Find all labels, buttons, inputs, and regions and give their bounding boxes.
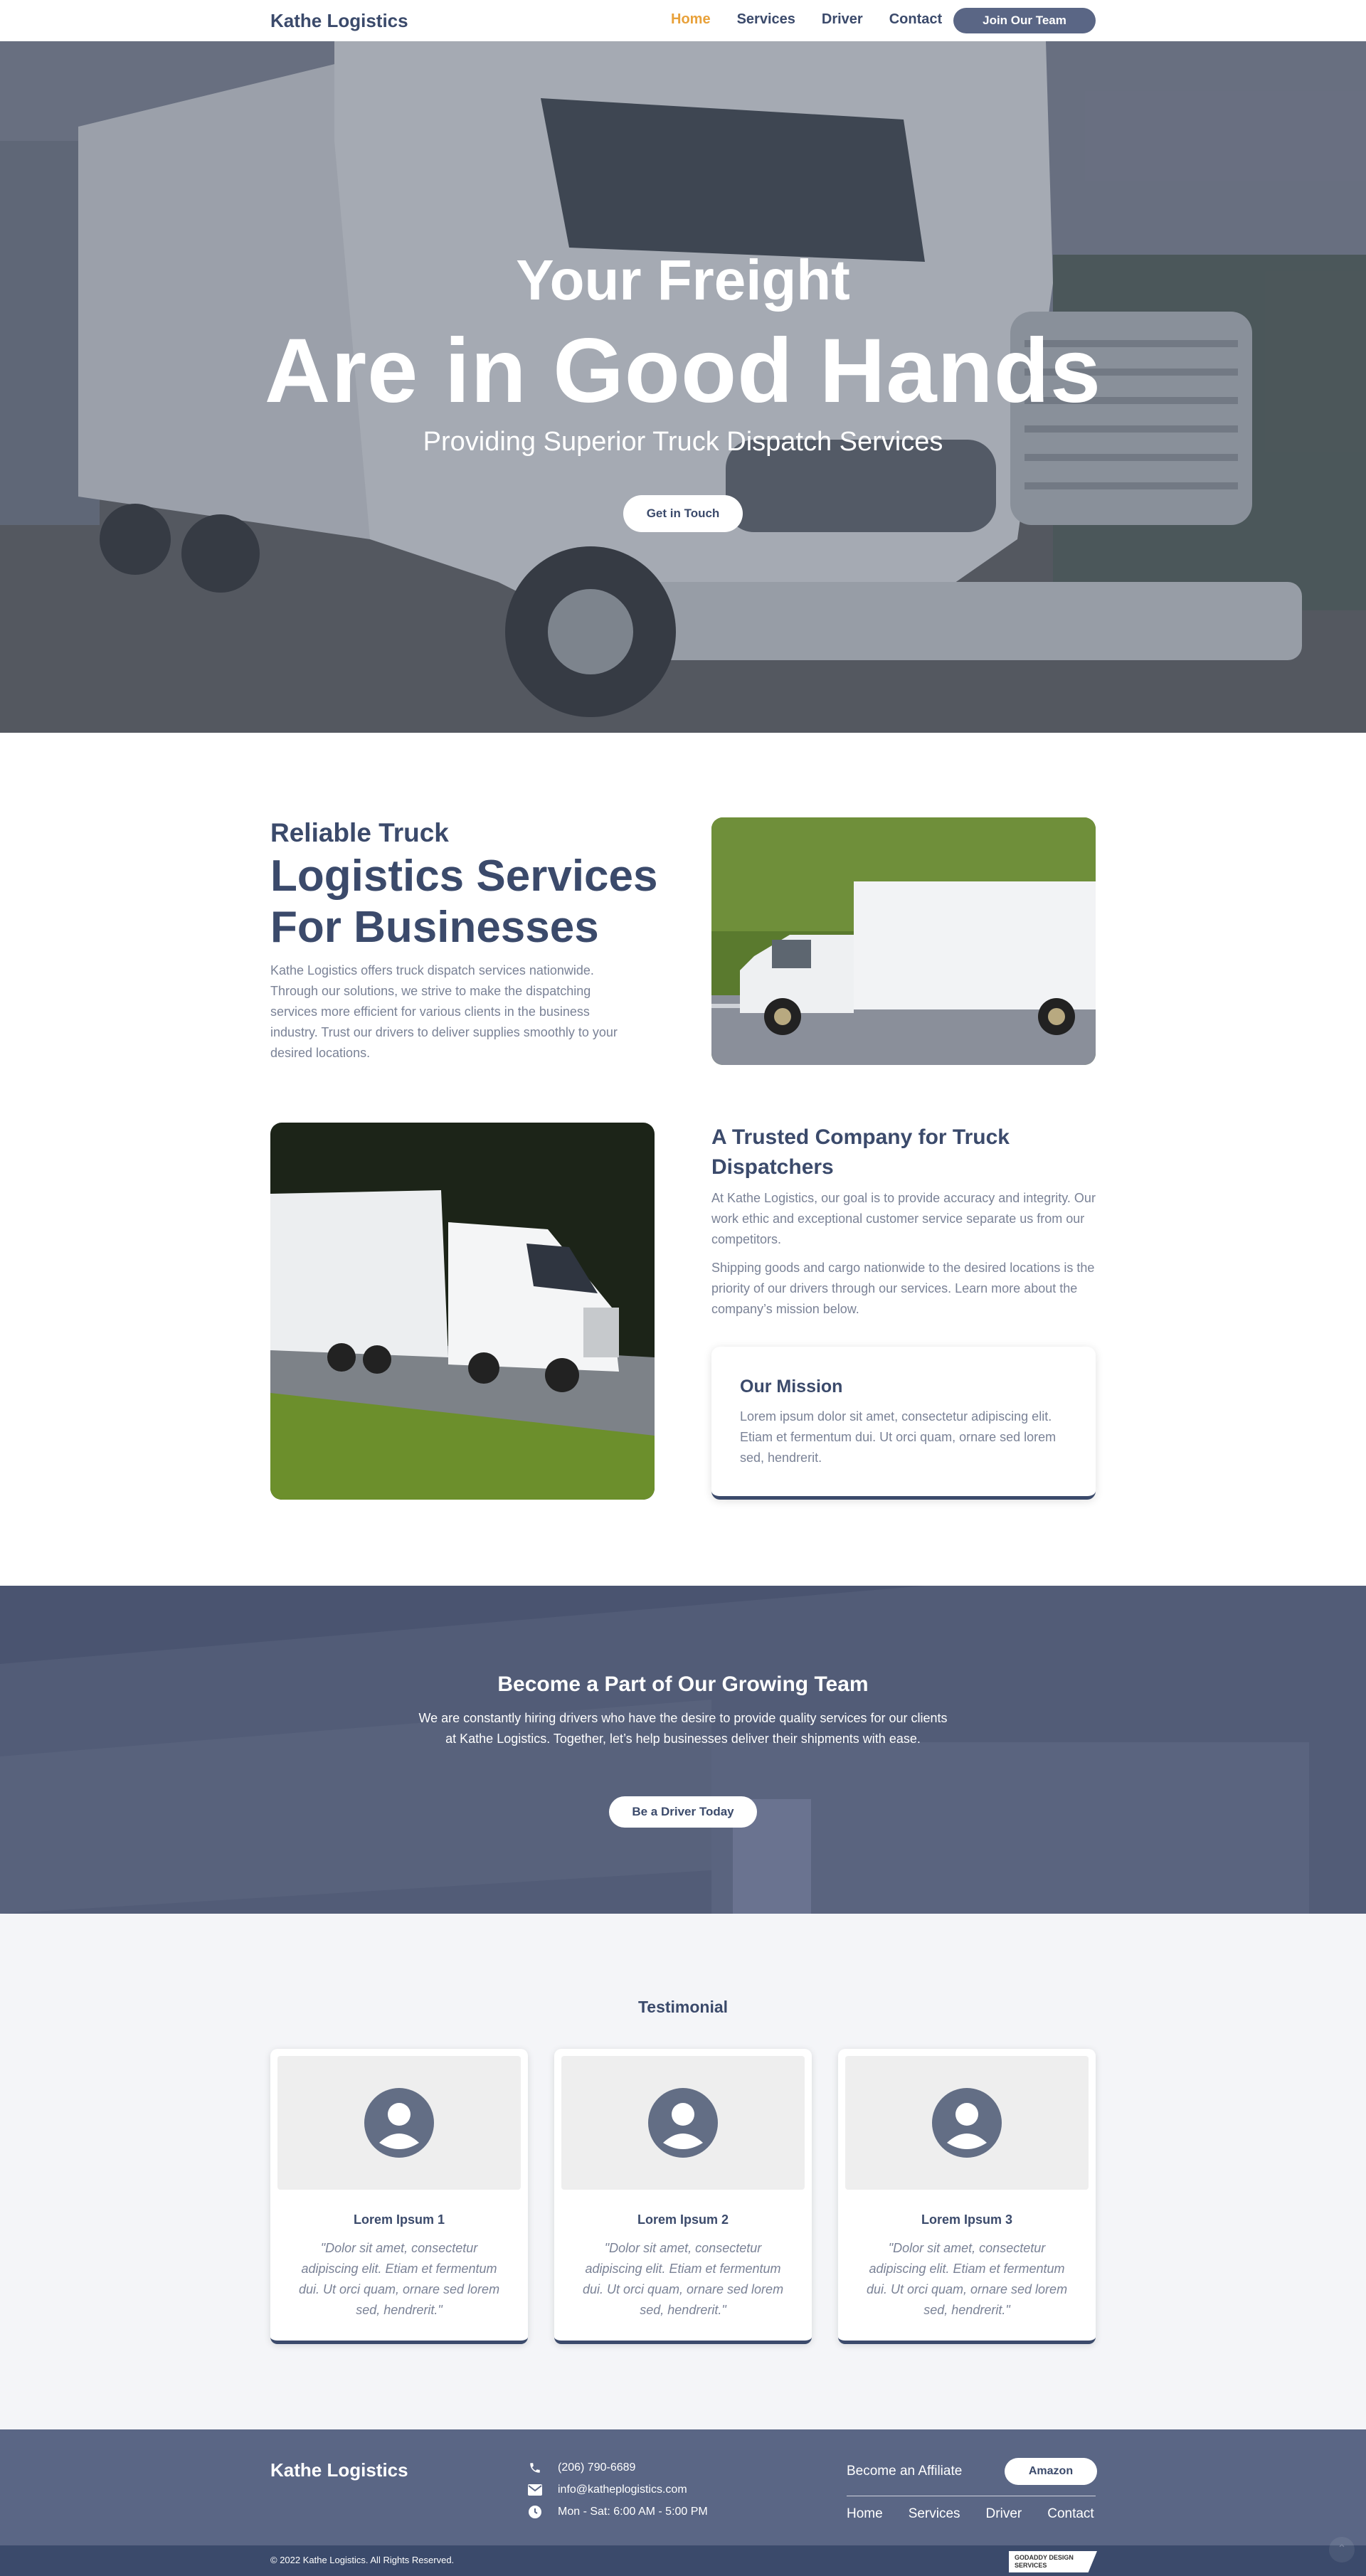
footer: Kathe Logistics (206) 790-6689 info@kath… (0, 2429, 1366, 2545)
hiring-banner: Become a Part of Our Growing Team We are… (0, 1586, 1366, 1914)
hours-row: Mon - Sat: 6:00 AM - 5:00 PM (526, 2501, 708, 2523)
testimonial-card: Lorem Ipsum 1 "Dolor sit amet, consectet… (270, 2049, 528, 2344)
affiliate-label: Become an Affiliate (847, 2464, 963, 2479)
footer-link-services[interactable]: Services (909, 2506, 960, 2522)
hero-title-line1: Your Freight (516, 248, 850, 312)
hero-subtitle: Providing Superior Truck Dispatch Servic… (423, 427, 943, 457)
user-avatar-icon (364, 2088, 434, 2158)
amazon-button[interactable]: Amazon (1005, 2458, 1097, 2485)
testimonial-quote: "Dolor sit amet, consectetur adipiscing … (582, 2241, 784, 2317)
box-truck-image (711, 817, 1096, 1065)
avatar-placeholder (845, 2056, 1089, 2190)
avatar-placeholder (561, 2056, 805, 2190)
be-a-driver-button[interactable]: Be a Driver Today (609, 1796, 757, 1828)
banner-title: Become a Part of Our Growing Team (497, 1673, 869, 1696)
about-kicker: Reliable Truck (270, 818, 449, 847)
phone-row[interactable]: (206) 790-6689 (526, 2456, 708, 2479)
footer-contact: (206) 790-6689 info@katheplogistics.com … (526, 2456, 708, 2523)
nav-item-home[interactable]: Home (671, 11, 711, 28)
copyright-bar: © 2022 Kathe Logistics. All Rights Reser… (0, 2545, 1366, 2576)
footer-link-home[interactable]: Home (847, 2506, 883, 2522)
about-text: Kathe Logistics offers truck dispatch se… (270, 963, 618, 1060)
mission-text: Lorem ipsum dolor sit amet, consectetur … (740, 1409, 1057, 1465)
footer-links: Home Services Driver Contact (847, 2506, 1120, 2522)
testimonial-name: Lorem Ipsum 2 (637, 2212, 729, 2227)
badge-label: GODADDY DESIGN SERVICES (1015, 2554, 1074, 2569)
footer-link-driver[interactable]: Driver (986, 2506, 1022, 2522)
site-logo[interactable]: Kathe Logistics (270, 10, 408, 32)
business-hours: Mon - Sat: 6:00 AM - 5:00 PM (558, 2505, 708, 2518)
trusted-heading: A Trusted Company for Truck Dispatchers (711, 1125, 1010, 1179)
copyright-text: © 2022 Kathe Logistics. All Rights Reser… (270, 2555, 455, 2565)
clock-icon (526, 2505, 544, 2519)
phone-number: (206) 790-6689 (558, 2461, 636, 2474)
phone-icon (526, 2461, 544, 2475)
scroll-to-top-button[interactable]: ⌃ (1329, 2537, 1355, 2562)
testimonial-section: Testimonial Lorem Ipsum 1 "Dolor sit ame… (0, 1914, 1366, 2429)
hero-title-line2: Are in Good Hands (264, 320, 1102, 422)
testimonial-card: Lorem Ipsum 2 "Dolor sit amet, consectet… (554, 2049, 812, 2344)
main-menu: Home Services Driver Contact (671, 11, 968, 28)
footer-link-contact[interactable]: Contact (1047, 2506, 1094, 2522)
user-avatar-icon (648, 2088, 718, 2158)
testimonial-name: Lorem Ipsum 1 (353, 2212, 445, 2227)
nav-item-contact[interactable]: Contact (889, 11, 942, 28)
testimonial-name: Lorem Ipsum 3 (921, 2212, 1013, 2227)
get-in-touch-button[interactable]: Get in Touch (623, 495, 743, 532)
banner-text: We are constantly hiring drivers who hav… (418, 1711, 948, 1746)
godaddy-badge[interactable]: GODADDY DESIGN SERVICES (1009, 2551, 1097, 2572)
nav-item-driver[interactable]: Driver (822, 11, 863, 28)
hero-section: Your Freight Are in Good Hands Providing… (0, 41, 1366, 733)
envelope-icon (526, 2483, 544, 2497)
user-avatar-icon (932, 2088, 1002, 2158)
email-address: info@katheplogistics.com (558, 2483, 687, 2496)
mission-title: Our Mission (740, 1377, 843, 1396)
nav-item-services[interactable]: Services (737, 11, 795, 28)
testimonial-quote: "Dolor sit amet, consectetur adipiscing … (866, 2241, 1068, 2317)
testimonial-card: Lorem Ipsum 3 "Dolor sit amet, consectet… (838, 2049, 1096, 2344)
footer-logo[interactable]: Kathe Logistics (270, 2459, 408, 2481)
about-heading: Logistics Services For Businesses (270, 852, 658, 952)
email-row[interactable]: info@katheplogistics.com (526, 2479, 708, 2501)
join-team-button[interactable]: Join Our Team (953, 8, 1096, 33)
mission-card: Our Mission Lorem ipsum dolor sit amet, … (711, 1347, 1096, 1500)
testimonial-heading: Testimonial (637, 1998, 729, 2016)
top-navigation: Kathe Logistics Home Services Driver Con… (0, 0, 1366, 41)
avatar-placeholder (277, 2056, 521, 2190)
trusted-paragraph-1: At Kathe Logistics, our goal is to provi… (711, 1191, 1096, 1246)
trusted-paragraph-2: Shipping goods and cargo nationwide to t… (711, 1261, 1095, 1316)
testimonial-quote: "Dolor sit amet, consectetur adipiscing … (298, 2241, 500, 2317)
warehouse-image (0, 1586, 1366, 1914)
semi-truck-image (270, 1123, 655, 1500)
